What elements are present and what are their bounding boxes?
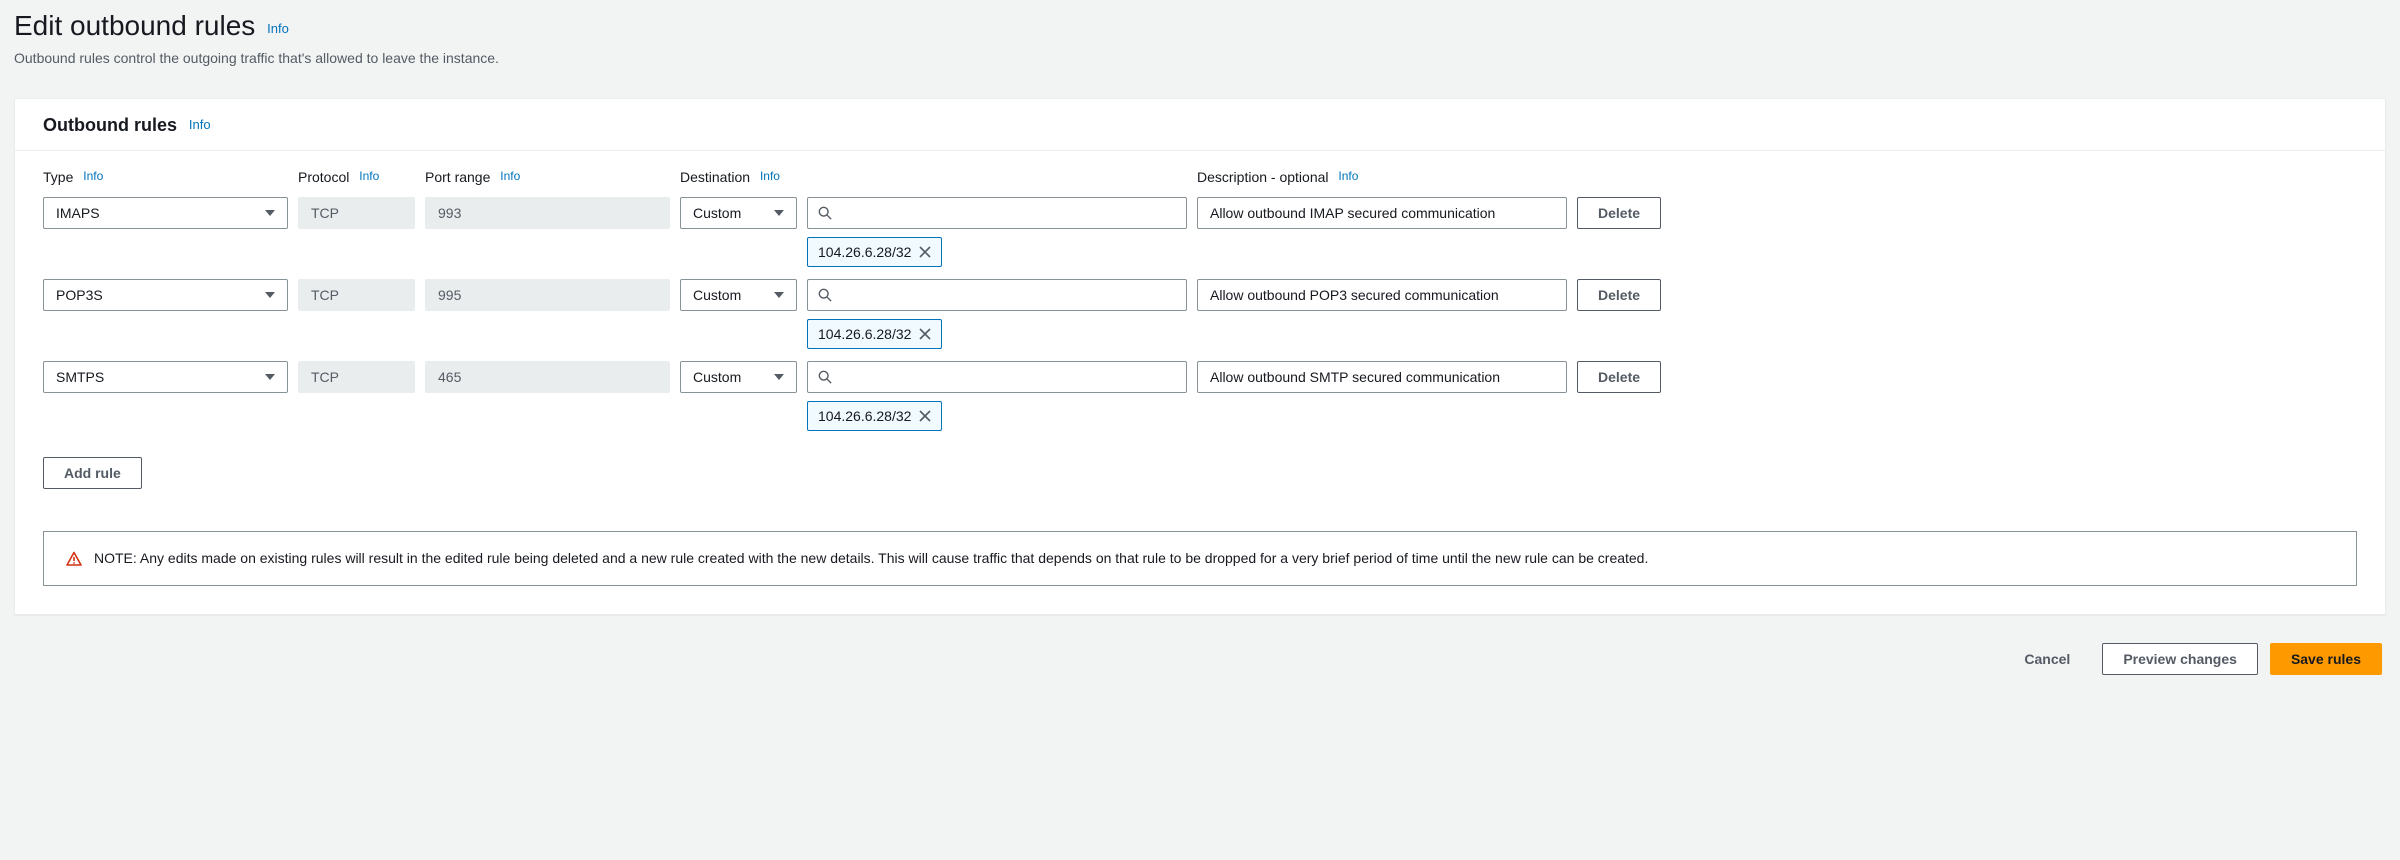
- rule-row: SMTPS TCP 465 Custom 10: [43, 355, 2357, 437]
- destination-tag-text: 104.26.6.28/32: [818, 326, 911, 342]
- type-select-value: SMTPS: [56, 369, 104, 385]
- protocol-field: TCP: [298, 197, 415, 229]
- destination-mode-select[interactable]: Custom: [680, 279, 797, 311]
- destination-tags: 104.26.6.28/32: [807, 401, 1187, 431]
- description-input[interactable]: [1197, 197, 1567, 229]
- destination-tag-text: 104.26.6.28/32: [818, 244, 911, 260]
- destination-mode-select[interactable]: Custom: [680, 197, 797, 229]
- outbound-rules-panel: Outbound rules Info Type Info Protocol I…: [14, 98, 2386, 615]
- port-range-field: 993: [425, 197, 670, 229]
- panel-title-info-link[interactable]: Info: [189, 117, 211, 132]
- warning-text: NOTE: Any edits made on existing rules w…: [94, 550, 1648, 566]
- chevron-down-icon: [265, 292, 275, 298]
- rules-column-headers: Type Info Protocol Info Port range Info …: [43, 159, 2357, 191]
- destination-tag: 104.26.6.28/32: [807, 237, 942, 267]
- warning-icon: [66, 551, 82, 567]
- page-subtitle: Outbound rules control the outgoing traf…: [14, 50, 2386, 66]
- type-select-value: IMAPS: [56, 205, 100, 221]
- description-info-link[interactable]: Info: [1338, 169, 1358, 183]
- delete-rule-button[interactable]: Delete: [1577, 279, 1661, 311]
- protocol-field: TCP: [298, 361, 415, 393]
- protocol-field: TCP: [298, 279, 415, 311]
- preview-changes-button[interactable]: Preview changes: [2102, 643, 2258, 675]
- chevron-down-icon: [774, 292, 784, 298]
- page-title: Edit outbound rules: [14, 10, 255, 41]
- destination-tag: 104.26.6.28/32: [807, 401, 942, 431]
- remove-tag-icon[interactable]: [919, 410, 931, 422]
- footer-actions: Cancel Preview changes Save rules: [14, 643, 2386, 675]
- column-port-header: Port range Info: [425, 169, 670, 185]
- chevron-down-icon: [265, 374, 275, 380]
- description-input[interactable]: [1197, 361, 1567, 393]
- destination-tag-text: 104.26.6.28/32: [818, 408, 911, 424]
- destination-search-input[interactable]: [840, 205, 1176, 221]
- description-input[interactable]: [1197, 279, 1567, 311]
- column-description-header: Description - optional Info: [1197, 169, 1567, 185]
- search-icon: [818, 370, 832, 384]
- port-range-field: 465: [425, 361, 670, 393]
- type-select[interactable]: IMAPS: [43, 197, 288, 229]
- protocol-info-link[interactable]: Info: [359, 169, 379, 183]
- destination-search[interactable]: [807, 197, 1187, 229]
- destination-mode-value: Custom: [693, 287, 741, 303]
- destination-tags: 104.26.6.28/32: [807, 237, 1187, 267]
- warning-alert: NOTE: Any edits made on existing rules w…: [43, 531, 2357, 586]
- remove-tag-icon[interactable]: [919, 328, 931, 340]
- remove-tag-icon[interactable]: [919, 246, 931, 258]
- port-range-field: 995: [425, 279, 670, 311]
- type-select[interactable]: POP3S: [43, 279, 288, 311]
- column-destination-header: Destination Info: [680, 169, 797, 185]
- page-title-info-link[interactable]: Info: [267, 21, 289, 36]
- destination-search[interactable]: [807, 279, 1187, 311]
- destination-mode-value: Custom: [693, 205, 741, 221]
- destination-mode-value: Custom: [693, 369, 741, 385]
- chevron-down-icon: [774, 210, 784, 216]
- delete-rule-button[interactable]: Delete: [1577, 361, 1661, 393]
- type-info-link[interactable]: Info: [83, 169, 103, 183]
- search-icon: [818, 206, 832, 220]
- rule-row: IMAPS TCP 993 Custom 10: [43, 191, 2357, 273]
- destination-tags: 104.26.6.28/32: [807, 319, 1187, 349]
- destination-mode-select[interactable]: Custom: [680, 361, 797, 393]
- type-select-value: POP3S: [56, 287, 103, 303]
- search-icon: [818, 288, 832, 302]
- type-select[interactable]: SMTPS: [43, 361, 288, 393]
- save-rules-button[interactable]: Save rules: [2270, 643, 2382, 675]
- add-rule-button[interactable]: Add rule: [43, 457, 142, 489]
- column-type-header: Type Info: [43, 169, 288, 185]
- chevron-down-icon: [265, 210, 275, 216]
- port-info-link[interactable]: Info: [500, 169, 520, 183]
- page-header: Edit outbound rules Info Outbound rules …: [14, 10, 2386, 66]
- delete-rule-button[interactable]: Delete: [1577, 197, 1661, 229]
- destination-tag: 104.26.6.28/32: [807, 319, 942, 349]
- destination-search-input[interactable]: [840, 369, 1176, 385]
- panel-title: Outbound rules: [43, 115, 177, 135]
- rule-row: POP3S TCP 995 Custom 10: [43, 273, 2357, 355]
- cancel-button[interactable]: Cancel: [2004, 643, 2090, 675]
- destination-search[interactable]: [807, 361, 1187, 393]
- column-protocol-header: Protocol Info: [298, 169, 415, 185]
- destination-search-input[interactable]: [840, 287, 1176, 303]
- panel-header: Outbound rules Info: [15, 99, 2385, 151]
- chevron-down-icon: [774, 374, 784, 380]
- destination-info-link[interactable]: Info: [760, 169, 780, 183]
